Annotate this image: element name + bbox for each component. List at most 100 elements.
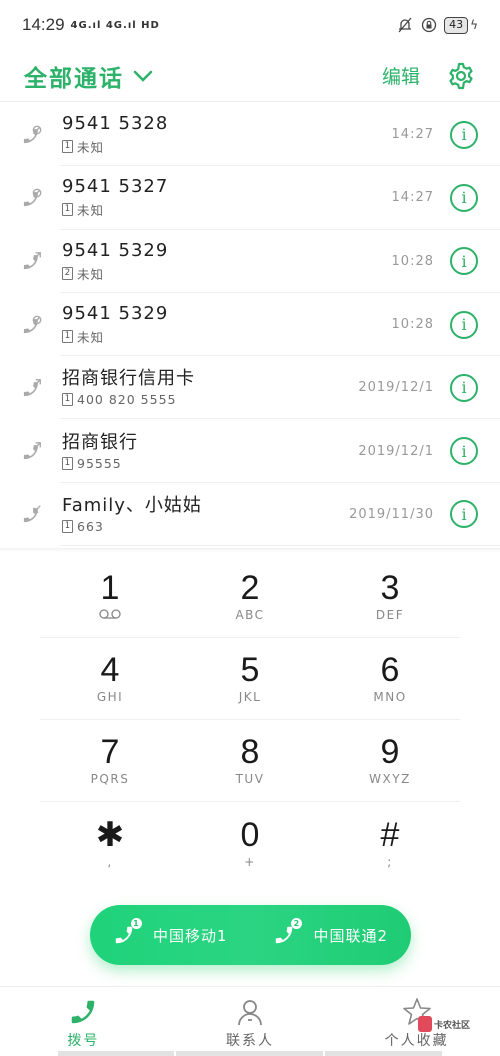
call-name: 招商银行信用卡: [62, 368, 195, 390]
key-5[interactable]: 5 JKL: [180, 638, 320, 719]
key-digit: 4: [100, 651, 120, 689]
edit-button[interactable]: 编辑: [382, 62, 420, 89]
key-digit: 9: [380, 733, 400, 771]
call-outgoing-icon: [0, 250, 60, 272]
call-sim2-button[interactable]: 2 中国联通2: [251, 918, 412, 946]
key-7[interactable]: 7 PQRS: [40, 720, 180, 801]
sim-card-icon: 1: [62, 203, 73, 217]
info-icon[interactable]: i: [450, 247, 478, 276]
nav-dialer[interactable]: 拨号: [0, 987, 167, 1056]
key-6[interactable]: 6 MNO: [320, 638, 460, 719]
key-letters: ABC: [235, 608, 265, 622]
rotation-lock-icon: [420, 16, 438, 34]
sim-card-icon: 1: [62, 519, 73, 533]
call-log-row[interactable]: 9541 5329 1 未知 10:28 i: [0, 293, 500, 357]
header: 全部通话 编辑: [0, 50, 500, 102]
call-name: 9541 5329: [62, 303, 169, 325]
info-icon[interactable]: i: [450, 500, 478, 529]
key-2[interactable]: 2 ABC: [180, 556, 320, 637]
key-digit: 0: [240, 815, 260, 854]
call-log-list: 9541 5328 1 未知 14:27 i 9541 5327 1 未知 14…: [0, 103, 500, 547]
key-digit: 7: [100, 733, 120, 771]
call-time: 14:27: [391, 190, 434, 206]
info-icon[interactable]: i: [450, 437, 478, 466]
info-icon[interactable]: i: [450, 310, 478, 339]
call-filter-title[interactable]: 全部通话: [24, 59, 124, 93]
call-incoming-icon: [0, 503, 60, 525]
keypad-row: 4 GHI 5 JKL 6 MNO: [40, 638, 460, 720]
dual-sim-call-bar: 1 中国移动1 2 中国联通2: [90, 905, 411, 965]
key-9[interactable]: 9 WXYZ: [320, 720, 460, 801]
charging-icon: ϟ: [470, 18, 478, 32]
phone-sim2-icon: 2: [273, 918, 303, 946]
call-log-row[interactable]: Family、小姑姑 1 663 2019/11/30 i: [0, 483, 500, 547]
key-star[interactable]: ✱,: [40, 802, 180, 884]
phone-sim1-icon: 1: [113, 918, 142, 946]
dial-keypad: 1 2 ABC 3 DEF 4 GHI 5 JKL 6 MNO 7 PQRS 8 TUV 9 WXYZ ✱, 0 + #…: [40, 556, 460, 884]
key-letters: GHI: [96, 690, 124, 704]
call-log-row[interactable]: 招商银行 1 95555 2019/12/1 i: [0, 419, 500, 484]
call-name: 9541 5329: [62, 239, 169, 261]
key-letters: JKL: [238, 690, 262, 704]
key-1[interactable]: 1: [40, 556, 180, 637]
key-digit: ✱: [95, 815, 125, 854]
key-letters: ;: [387, 854, 393, 869]
phone-icon: [72, 1000, 95, 1024]
voicemail-icon: [98, 608, 122, 623]
sim-card-icon: 1: [62, 393, 73, 407]
info-icon[interactable]: i: [450, 120, 478, 149]
call-subtitle: 未知: [77, 330, 105, 346]
key-digit: #: [380, 815, 400, 854]
call-time: 14:27: [391, 127, 434, 143]
key-0[interactable]: 0 +: [180, 802, 320, 884]
call-subtitle: 400 820 5555: [77, 392, 177, 408]
call-name: 9541 5328: [62, 113, 169, 135]
call-name: Family、小姑姑: [62, 494, 202, 516]
keypad-row: ✱, 0 + #;: [40, 802, 460, 884]
sim-card-icon: 1: [62, 330, 73, 344]
status-time: 14:29: [22, 15, 65, 34]
call-name: 招商银行: [62, 431, 138, 453]
gear-icon[interactable]: [446, 61, 476, 91]
nav-indicator-2: [176, 1051, 323, 1056]
key-digit: 8: [240, 733, 260, 771]
call-sim1-button[interactable]: 1 中国移动1: [90, 918, 251, 946]
key-digit: 2: [240, 569, 260, 607]
call-time: 2019/12/1: [358, 380, 434, 396]
call-subtitle: 95555: [77, 455, 122, 471]
list-divider: [0, 548, 500, 552]
sim-card-icon: 2: [62, 266, 73, 280]
info-icon[interactable]: i: [450, 373, 478, 402]
call-outgoing-icon: [0, 377, 60, 399]
call-log-row[interactable]: 9541 5328 1 未知 14:27 i: [0, 103, 500, 167]
call-time: 2019/12/1: [358, 443, 434, 459]
watermark: 卡农社区: [418, 1016, 470, 1032]
key-8[interactable]: 8 TUV: [180, 720, 320, 801]
sim-card-icon: 1: [62, 456, 73, 470]
watermark-logo-icon: [418, 1016, 432, 1032]
key-hash[interactable]: #;: [320, 802, 460, 884]
call-sim2-label: 中国联通2: [313, 926, 389, 945]
call-subtitle: 未知: [77, 266, 105, 282]
key-letters: TUV: [235, 772, 265, 786]
call-log-row[interactable]: 招商银行信用卡 1 400 820 5555 2019/12/1 i: [0, 356, 500, 420]
sim-card-icon: 1: [62, 140, 73, 154]
key-letters: ,: [107, 854, 113, 869]
call-rejected-icon: [0, 187, 60, 209]
nav-favorites[interactable]: 个人收藏: [333, 987, 500, 1056]
chevron-down-icon[interactable]: [132, 65, 154, 87]
call-time: 2019/11/30: [349, 506, 434, 522]
key-4[interactable]: 4 GHI: [40, 638, 180, 719]
key-letters: MNO: [373, 690, 407, 704]
call-log-row[interactable]: 9541 5327 1 未知 14:27 i: [0, 166, 500, 230]
call-time: 10:28: [391, 253, 434, 269]
key-letters: DEF: [375, 608, 405, 622]
call-sim1-label: 中国移动1: [152, 926, 228, 945]
call-outgoing-icon: [0, 440, 60, 462]
nav-indicator-1: [58, 1051, 174, 1056]
key-3[interactable]: 3 DEF: [320, 556, 460, 637]
signal-icons: 4G.ıl 4G.ıl HD: [70, 19, 160, 31]
nav-contacts[interactable]: 联系人: [167, 987, 334, 1056]
info-icon[interactable]: i: [450, 183, 478, 212]
call-log-row[interactable]: 9541 5329 2 未知 10:28 i: [0, 230, 500, 294]
